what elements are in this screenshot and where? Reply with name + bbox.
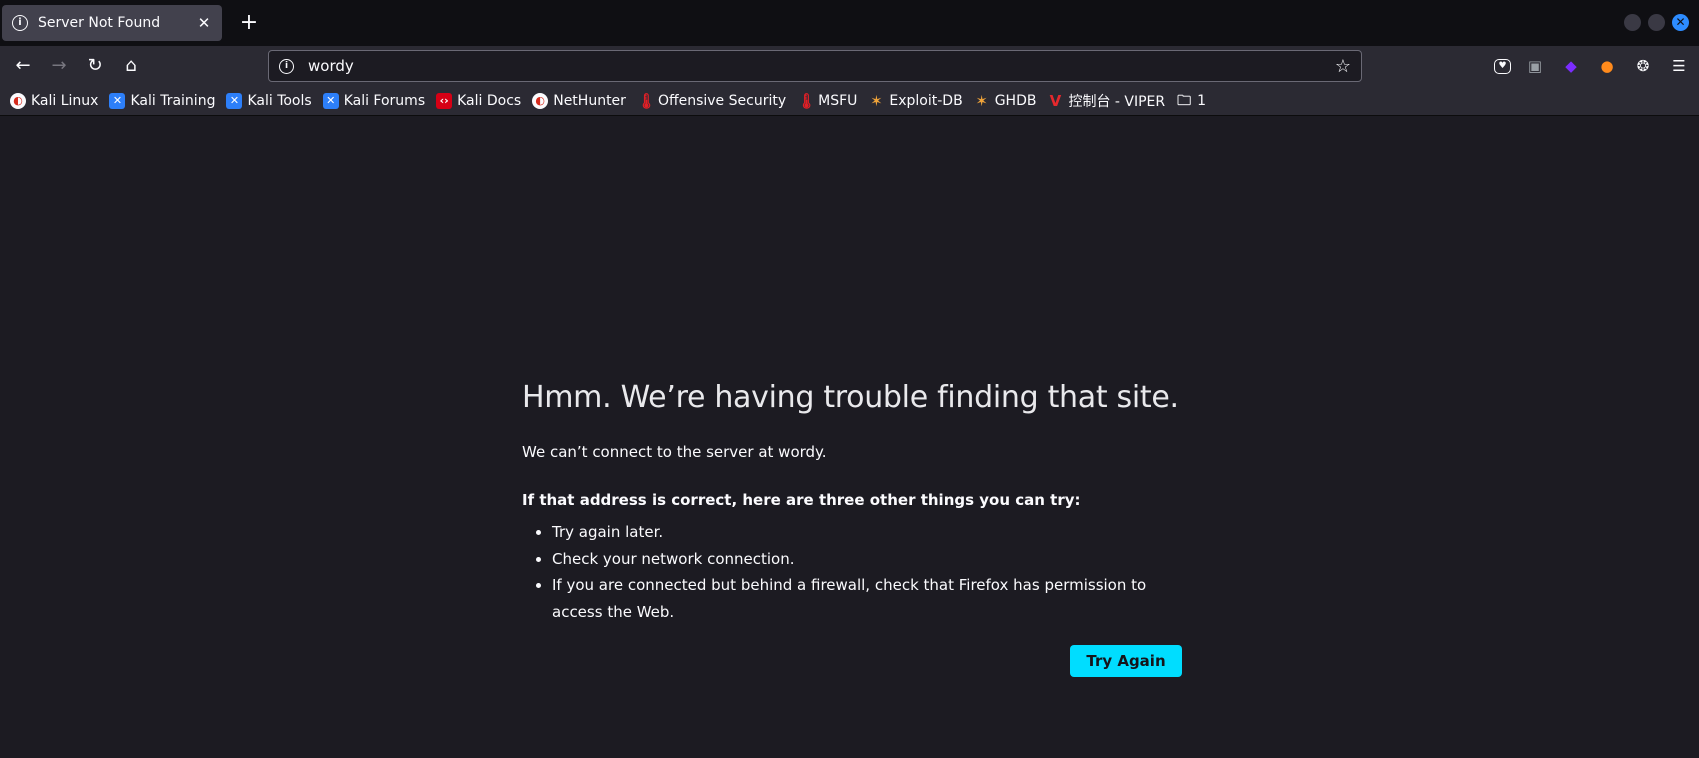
url-input[interactable]: wordy xyxy=(308,57,1335,75)
suggestions-header: If that address is correct, here are thr… xyxy=(522,491,1081,509)
bookmark-label: GHDB xyxy=(994,92,1037,109)
error-title: Hmm. We’re having trouble finding that s… xyxy=(522,380,1179,415)
bookmark-label: Kali Forums xyxy=(343,92,426,109)
reload-button[interactable]: ↻ xyxy=(81,52,109,80)
cookie-icon[interactable]: ❂ xyxy=(1631,54,1655,78)
bookmark-exploit-db[interactable]: ✶ Exploit-DB xyxy=(868,91,963,110)
arrow-left-icon: ← xyxy=(15,55,31,76)
window-close-button[interactable]: ✕ xyxy=(1672,14,1689,31)
kali-icon: ◐ xyxy=(532,92,549,109)
bookmark-label: Kali Tools xyxy=(247,92,312,109)
kali-training-icon: ✕ xyxy=(109,92,126,109)
viper-icon: V xyxy=(1049,91,1062,110)
bookmark-label: NetHunter xyxy=(553,92,626,109)
bookmark-label: Kali Linux xyxy=(31,92,99,109)
info-icon: i xyxy=(12,15,28,31)
nav-toolbar: ← → ↻ ⌂ i wordy ☆ ♥ ▣ ◆ ● ❂ ☰ xyxy=(0,46,1699,86)
folder-icon: 🗀 xyxy=(1177,92,1192,109)
info-icon[interactable]: i xyxy=(279,58,294,74)
home-icon: ⌂ xyxy=(125,55,137,76)
tab-strip: i Server Not Found ✕ + ✕ xyxy=(0,0,1699,46)
pocket-icon[interactable]: ♥ xyxy=(1494,58,1511,74)
bookmark-nethunter[interactable]: ◐ NetHunter xyxy=(532,92,626,109)
bookmark-kali-linux[interactable]: ◐ Kali Linux xyxy=(10,92,99,109)
new-tab-button[interactable]: + xyxy=(234,8,264,38)
maximize-button[interactable] xyxy=(1648,14,1665,31)
bookmark-kali-forums[interactable]: ✕ Kali Forums xyxy=(322,92,426,109)
list-item: Try again later. xyxy=(552,519,1182,546)
bookmark-label: Kali Docs xyxy=(457,92,522,109)
extension-icon[interactable]: ▣ xyxy=(1523,54,1547,78)
minimize-button[interactable] xyxy=(1624,14,1641,31)
forward-button[interactable]: → xyxy=(45,52,73,80)
offsec-icon: 🌡 xyxy=(797,91,817,110)
bookmark-offensive-security[interactable]: 🌡 Offensive Security xyxy=(637,93,786,109)
bookmark-label: 控制台 - VIPER xyxy=(1068,93,1166,110)
tab-server-not-found[interactable]: i Server Not Found ✕ xyxy=(2,5,222,41)
toolbar-right: ♥ ▣ ◆ ● ❂ ☰ xyxy=(1494,54,1691,78)
exploit-db-icon: ✶ xyxy=(975,91,988,110)
exploit-db-icon: ✶ xyxy=(870,91,883,110)
extension-icon[interactable]: ◆ xyxy=(1559,54,1583,78)
bookmark-label: Offensive Security xyxy=(657,92,787,109)
home-button[interactable]: ⌂ xyxy=(117,52,145,80)
error-description: We can’t connect to the server at wordy. xyxy=(522,443,827,461)
url-bar[interactable]: i wordy ☆ xyxy=(268,50,1362,82)
extension-icon[interactable]: ● xyxy=(1595,54,1619,78)
kali-icon: ◐ xyxy=(10,92,26,109)
tab-title: Server Not Found xyxy=(38,15,161,31)
list-item: If you are connected but behind a firewa… xyxy=(552,572,1182,625)
page-content: Hmm. We’re having trouble finding that s… xyxy=(0,117,1699,758)
bookmark-folder-1[interactable]: 🗀 1 xyxy=(1176,93,1206,109)
bookmark-kali-training[interactable]: ✕ Kali Training xyxy=(109,92,216,109)
reload-icon: ↻ xyxy=(87,55,103,76)
bookmark-label: Exploit-DB xyxy=(889,92,963,109)
kali-docs-icon: ‹› xyxy=(436,92,453,109)
bookmark-label: MSFU xyxy=(818,92,858,109)
arrow-right-icon: → xyxy=(51,55,67,76)
error-container: Hmm. We’re having trouble finding that s… xyxy=(522,380,1182,677)
offsec-icon: 🌡 xyxy=(636,91,656,110)
bookmark-kali-docs[interactable]: ‹› Kali Docs xyxy=(436,92,522,109)
bookmark-label: Kali Training xyxy=(130,92,216,109)
close-icon[interactable]: ✕ xyxy=(196,14,212,32)
window-controls: ✕ xyxy=(1624,14,1689,31)
kali-forums-icon: ✕ xyxy=(322,92,339,109)
bookmark-label: 1 xyxy=(1197,92,1207,109)
kali-tools-icon: ✕ xyxy=(226,92,243,109)
star-icon[interactable]: ☆ xyxy=(1335,56,1351,77)
bookmark-kali-tools[interactable]: ✕ Kali Tools xyxy=(226,92,312,109)
menu-icon[interactable]: ☰ xyxy=(1667,54,1691,78)
list-item: Check your network connection. xyxy=(552,546,1182,573)
bookmark-ghdb[interactable]: ✶ GHDB xyxy=(974,91,1037,110)
back-button[interactable]: ← xyxy=(9,52,37,80)
bookmark-viper[interactable]: V 控制台 - VIPER xyxy=(1047,91,1166,111)
try-again-button[interactable]: Try Again xyxy=(1070,645,1182,677)
bookmark-msfu[interactable]: 🌡 MSFU xyxy=(797,93,857,109)
suggestions-list: Try again later. Check your network conn… xyxy=(522,519,1182,625)
bookmarks-toolbar: ◐ Kali Linux ✕ Kali Training ✕ Kali Tool… xyxy=(0,86,1699,116)
